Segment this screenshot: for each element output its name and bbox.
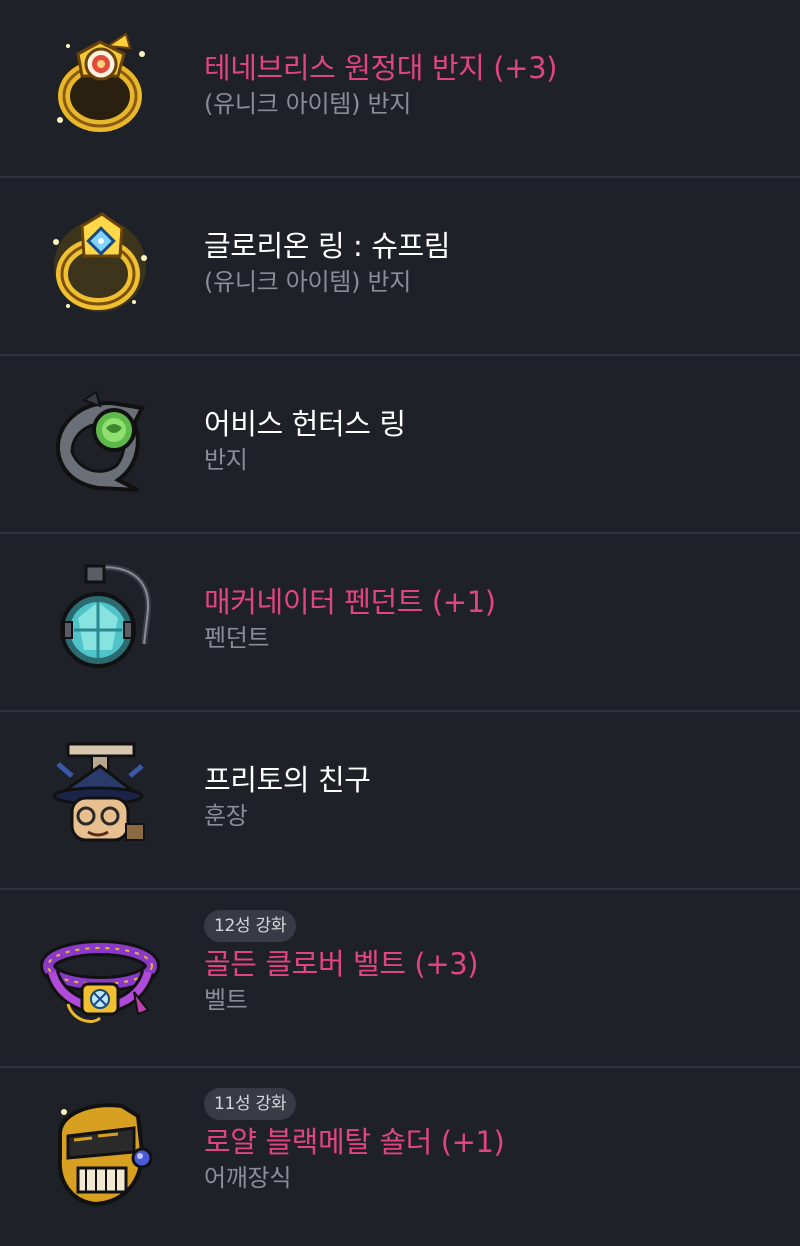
mechanator-pendant-icon bbox=[38, 558, 162, 682]
enhancement-badge: 12성 강화 bbox=[204, 910, 297, 942]
list-item[interactable]: 12성 강화 골든 클로버 벨트 (+3) 벨트 bbox=[0, 890, 800, 1068]
item-name: 로얄 블랙메탈 숄더 (+1) bbox=[204, 1125, 505, 1159]
item-name: 프리토의 친구 bbox=[204, 763, 371, 797]
frito-medal-icon bbox=[38, 736, 162, 860]
item-name: 매커네이터 펜던트 (+1) bbox=[204, 585, 496, 619]
list-item[interactable]: 매커네이터 펜던트 (+1) 펜던트 bbox=[0, 534, 800, 712]
list-item[interactable]: 테네브리스 원정대 반지 (+3) (유니크 아이템) 반지 bbox=[0, 0, 800, 178]
equipment-list: 테네브리스 원정대 반지 (+3) (유니크 아이템) 반지 글로리온 링 : … bbox=[0, 0, 800, 1246]
item-type: 벨트 bbox=[204, 986, 248, 1014]
list-item[interactable]: 글로리온 링 : 슈프림 (유니크 아이템) 반지 bbox=[0, 178, 800, 356]
item-name: 테네브리스 원정대 반지 (+3) bbox=[204, 51, 558, 85]
item-text: 어비스 헌터스 링 반지 bbox=[204, 406, 780, 476]
abyss-hunters-ring-icon bbox=[38, 380, 162, 504]
golden-clover-belt-icon bbox=[38, 914, 162, 1038]
item-text: 프리토의 친구 훈장 bbox=[204, 762, 780, 832]
tenebris-expedition-ring-icon bbox=[38, 24, 162, 148]
item-name: 골든 클로버 벨트 (+3) bbox=[204, 947, 479, 981]
item-type: 어깨장식 bbox=[204, 1164, 292, 1192]
item-text: 11성 강화 로얄 블랙메탈 숄더 (+1) 어깨장식 bbox=[204, 1088, 780, 1194]
item-type: 훈장 bbox=[204, 802, 248, 830]
list-item[interactable]: 어비스 헌터스 링 반지 bbox=[0, 356, 800, 534]
list-item[interactable]: 11성 강화 로얄 블랙메탈 숄더 (+1) 어깨장식 bbox=[0, 1068, 800, 1246]
item-text: 매커네이터 펜던트 (+1) 펜던트 bbox=[204, 584, 780, 654]
item-type: 펜던트 bbox=[204, 624, 270, 652]
royal-blackmetal-shoulder-icon bbox=[38, 1092, 162, 1216]
item-text: 12성 강화 골든 클로버 벨트 (+3) 벨트 bbox=[204, 910, 780, 1016]
list-item[interactable]: 프리토의 친구 훈장 bbox=[0, 712, 800, 890]
item-text: 글로리온 링 : 슈프림 (유니크 아이템) 반지 bbox=[204, 228, 780, 298]
item-name: 어비스 헌터스 링 bbox=[204, 407, 406, 441]
item-text: 테네브리스 원정대 반지 (+3) (유니크 아이템) 반지 bbox=[204, 50, 780, 120]
item-name: 글로리온 링 : 슈프림 bbox=[204, 229, 451, 263]
item-type: (유니크 아이템) 반지 bbox=[204, 268, 412, 296]
item-type: (유니크 아이템) 반지 bbox=[204, 90, 412, 118]
item-type: 반지 bbox=[204, 446, 248, 474]
enhancement-badge: 11성 강화 bbox=[204, 1088, 297, 1120]
glorion-ring-icon bbox=[38, 202, 162, 326]
